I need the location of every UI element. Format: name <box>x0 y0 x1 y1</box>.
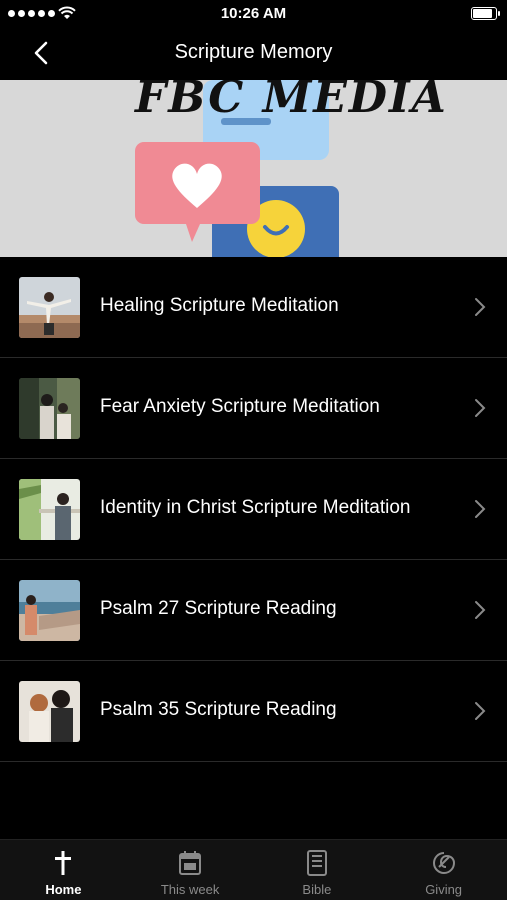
battery-icon <box>471 7 500 20</box>
chevron-right-icon <box>475 298 486 316</box>
list-item-label: Psalm 35 Scripture Reading <box>100 699 337 720</box>
list-item-label: Identity in Christ Scripture Meditation <box>100 497 411 518</box>
page-title: Scripture Memory <box>174 41 333 63</box>
media-list: Healing Scripture Meditation Fear Anxiet… <box>0 257 507 762</box>
list-item-label: Fear Anxiety Scripture Meditation <box>100 396 380 417</box>
tab-giving[interactable]: Giving <box>380 840 507 900</box>
thumbnail-image <box>19 277 80 338</box>
thumbnail-image <box>19 681 80 742</box>
banner-logo-text: FBC MEDIA <box>135 80 448 123</box>
bible-icon <box>306 850 327 876</box>
tab-label: Home <box>45 882 82 897</box>
list-item[interactable]: Psalm 35 Scripture Reading <box>0 661 507 762</box>
status-time: 10:26 AM <box>220 5 287 22</box>
tab-home[interactable]: Home <box>0 840 127 900</box>
list-item[interactable]: Psalm 27 Scripture Reading <box>0 560 507 661</box>
chevron-right-icon <box>475 399 486 417</box>
thumbnail-image <box>19 378 80 439</box>
tab-bar: Home This week Bible Giving <box>0 839 507 900</box>
tab-this-week[interactable]: This week <box>127 840 254 900</box>
banner-image: FBC MEDIA <box>0 80 507 257</box>
status-bar: 10:26 AM <box>0 0 507 28</box>
tab-label: This week <box>160 882 220 897</box>
calendar-icon <box>179 851 202 875</box>
chevron-right-icon <box>475 601 486 619</box>
list-item[interactable]: Identity in Christ Scripture Meditation <box>0 459 507 560</box>
list-item-label: Psalm 27 Scripture Reading <box>100 598 337 619</box>
cross-icon <box>55 851 72 875</box>
tab-label: Bible <box>302 882 332 897</box>
tab-label: Giving <box>425 882 463 897</box>
list-item[interactable]: Fear Anxiety Scripture Meditation <box>0 358 507 459</box>
list-item-label: Healing Scripture Meditation <box>100 295 339 316</box>
tab-bible[interactable]: Bible <box>254 840 381 900</box>
chevron-right-icon <box>475 500 486 518</box>
chevron-right-icon <box>475 702 486 720</box>
thumbnail-image <box>19 479 80 540</box>
list-item[interactable]: Healing Scripture Meditation <box>0 257 507 358</box>
thumbnail-image <box>19 580 80 641</box>
navigation-bar: Scripture Memory <box>0 28 507 80</box>
giving-icon <box>432 852 455 874</box>
